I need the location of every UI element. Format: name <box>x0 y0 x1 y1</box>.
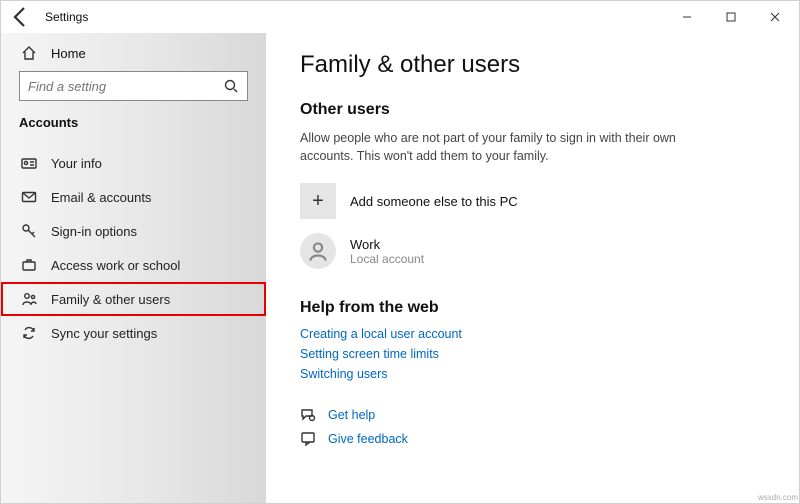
minimize-button[interactable] <box>665 3 709 31</box>
titlebar: Settings <box>1 1 799 33</box>
maximize-button[interactable] <box>709 3 753 31</box>
id-card-icon <box>21 155 37 171</box>
give-feedback-link[interactable]: Give feedback <box>300 431 765 447</box>
nav-label: Your info <box>51 156 102 171</box>
close-button[interactable] <box>753 3 797 31</box>
search-input[interactable] <box>19 71 248 101</box>
user-subtype: Local account <box>350 252 424 266</box>
page-title: Family & other users <box>300 51 765 79</box>
mail-icon <box>21 189 37 205</box>
nav-label: Sync your settings <box>51 326 157 341</box>
plus-icon: + <box>300 183 336 219</box>
nav-label: Sign-in options <box>51 224 137 239</box>
category-heading: Accounts <box>1 115 266 140</box>
user-name: Work <box>350 237 424 252</box>
other-users-description: Allow people who are not part of your fa… <box>300 129 680 165</box>
key-icon <box>21 223 37 239</box>
sidebar-item-sync-settings[interactable]: Sync your settings <box>1 316 266 350</box>
search-field[interactable] <box>28 79 223 94</box>
add-user-button[interactable]: + Add someone else to this PC <box>300 183 765 219</box>
feedback-icon <box>300 431 316 447</box>
home-label: Home <box>51 46 86 61</box>
sync-icon <box>21 325 37 341</box>
footer-links: Get help Give feedback <box>300 407 765 447</box>
sidebar-item-email-accounts[interactable]: Email & accounts <box>1 180 266 214</box>
sidebar-item-family-other-users[interactable]: Family & other users <box>1 282 266 316</box>
home-link[interactable]: Home <box>1 39 266 71</box>
home-icon <box>21 45 37 61</box>
watermark: wsxdn.com <box>758 493 798 502</box>
help-link-switching-users[interactable]: Switching users <box>300 367 765 381</box>
help-links: Creating a local user account Setting sc… <box>300 327 765 381</box>
other-users-heading: Other users <box>300 101 765 119</box>
nav-label: Access work or school <box>51 258 180 273</box>
chat-icon <box>300 407 316 423</box>
search-icon <box>223 78 239 94</box>
sidebar-item-your-info[interactable]: Your info <box>1 146 266 180</box>
nav-list: Your info Email & accounts Sign-in optio… <box>1 146 266 350</box>
add-user-label: Add someone else to this PC <box>350 194 518 209</box>
help-link-screen-time[interactable]: Setting screen time limits <box>300 347 765 361</box>
nav-label: Email & accounts <box>51 190 151 205</box>
content-pane: Family & other users Other users Allow p… <box>266 33 799 503</box>
sidebar-item-signin-options[interactable]: Sign-in options <box>1 214 266 248</box>
nav-label: Family & other users <box>51 292 170 307</box>
avatar-icon <box>300 233 336 269</box>
briefcase-icon <box>21 257 37 273</box>
help-link-local-account[interactable]: Creating a local user account <box>300 327 765 341</box>
settings-window: Settings Home Accounts Your info <box>0 0 800 504</box>
people-icon <box>21 291 37 307</box>
get-help-label: Get help <box>328 408 375 422</box>
give-feedback-label: Give feedback <box>328 432 408 446</box>
get-help-link[interactable]: Get help <box>300 407 765 423</box>
user-entry-work[interactable]: Work Local account <box>300 233 765 269</box>
sidebar: Home Accounts Your info Email & accounts <box>1 33 266 503</box>
help-heading: Help from the web <box>300 299 765 317</box>
sidebar-item-access-work-school[interactable]: Access work or school <box>1 248 266 282</box>
window-title: Settings <box>45 10 88 24</box>
back-button[interactable] <box>9 5 33 29</box>
